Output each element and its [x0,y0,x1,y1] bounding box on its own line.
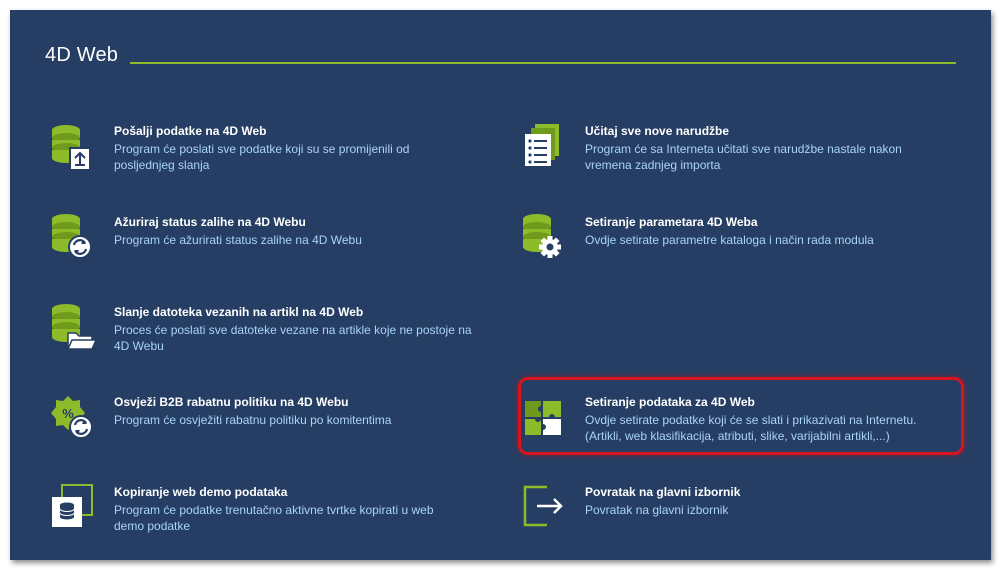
item-title: Setiranje parametara 4D Weba [585,215,758,229]
update-stock-item[interactable]: Ažuriraj status zalihe na 4D Webu Progra… [50,213,450,263]
item-description: Proces će poslati sve datoteke vezane na… [114,323,472,353]
item-description: Ovdje setirate parametre kataloga i nači… [585,233,874,247]
back-to-main-menu-item[interactable]: Povratak na glavni izbornik Povratak na … [521,483,921,533]
copy-demo-data-item[interactable]: Kopiranje web demo podataka Program će p… [50,483,450,543]
send-data-item[interactable]: Pošalji podatke na 4D Web Program će pos… [50,122,450,182]
item-description: Program će podatke trenutačno aktivne tv… [114,503,434,533]
database-gear-icon [521,213,569,261]
item-description: Program će sa Interneta učitati sve naru… [585,142,902,172]
item-description: Program će poslati sve podatke koji su s… [114,142,410,172]
item-title: Kopiranje web demo podataka [114,485,288,499]
set-parameters-item[interactable]: Setiranje parametara 4D Weba Ovdje setir… [521,213,921,263]
item-title: Slanje datoteka vezanih na artikl na 4D … [114,305,364,319]
main-panel: 4D Web Pošalji podatke na 4D Web Program… [10,10,991,560]
item-title: Ažuriraj status zalihe na 4D Webu [114,215,306,229]
item-description: Program će ažurirati status zalihe na 4D… [114,233,362,247]
header-divider [130,62,956,64]
copy-database-icon [50,483,98,531]
database-folder-icon [50,303,98,351]
refresh-b2b-policy-item[interactable]: % Osvježi B2B rabatnu politiku na 4D Web… [50,393,450,443]
item-description: Program će osvježiti rabatnu politiku po… [114,413,392,427]
item-title: Pošalji podatke na 4D Web [114,124,267,138]
database-upload-icon [50,122,98,171]
page-title: 4D Web [45,44,119,66]
item-description: Povratak na glavni izbornik [585,503,729,517]
exit-arrow-icon [521,483,569,531]
highlight-frame [518,377,964,455]
load-orders-item[interactable]: Učitaj sve nove narudžbe Program će sa I… [521,122,921,182]
database-refresh-icon [50,213,98,261]
document-list-icon [521,122,569,170]
item-title: Osvježi B2B rabatnu politiku na 4D Webu [114,395,349,409]
send-files-item[interactable]: Slanje datoteka vezanih na artikl na 4D … [50,303,472,363]
item-title: Povratak na glavni izbornik [585,485,741,499]
discount-refresh-icon: % [50,393,98,441]
item-title: Učitaj sve nove narudžbe [585,124,730,138]
